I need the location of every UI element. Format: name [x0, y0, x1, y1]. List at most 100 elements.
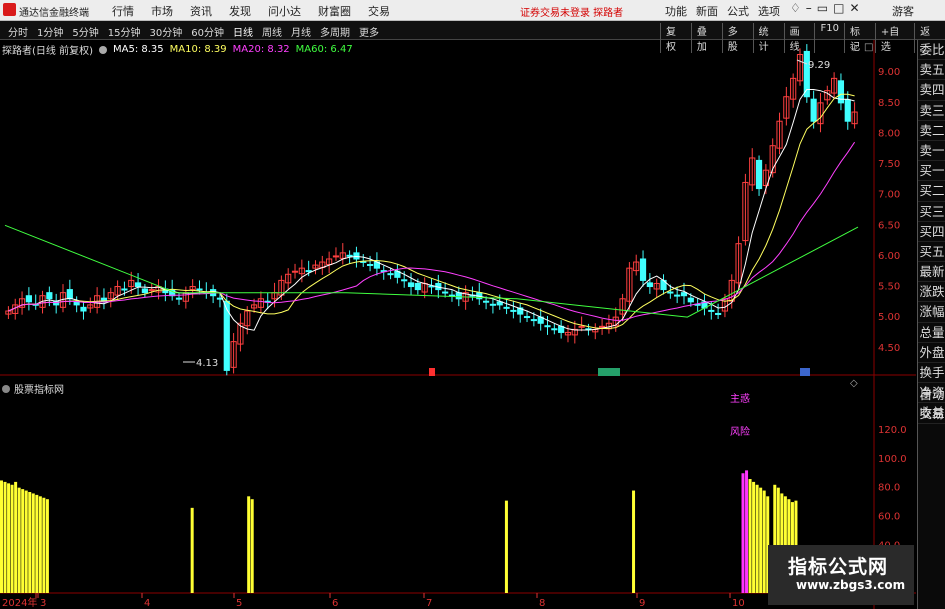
indicator-bar [42, 497, 46, 593]
login-warning: 证券交易未登录 探路者 [520, 8, 624, 19]
ytick-main: 8.50 [878, 98, 900, 109]
side-item-8[interactable]: 买三 [918, 202, 945, 222]
tab-60min[interactable]: 60分钟 [191, 24, 224, 39]
menu-new-page[interactable]: 新面 [696, 3, 718, 19]
tab-30min[interactable]: 30分钟 [149, 24, 182, 39]
window-controls: ♢ – ▭ □ ✕ [790, 1, 860, 15]
tab-monthly[interactable]: 月线 [291, 24, 311, 39]
event-marker-green[interactable] [598, 368, 620, 376]
menu-function[interactable]: 功能 [665, 3, 687, 19]
indicator-bar [35, 494, 39, 593]
side-item-7[interactable]: 买二 [918, 181, 945, 202]
menu-discover[interactable]: 发现 [229, 3, 251, 19]
candle-body [715, 312, 722, 315]
candle-body [523, 316, 531, 319]
candles-group [5, 44, 858, 376]
side-item-16[interactable]: 换手 [918, 363, 945, 384]
side-item-14[interactable]: 总量 [918, 323, 945, 343]
tab-15min[interactable]: 15分钟 [108, 24, 141, 39]
tab-intraday[interactable]: 分时 [8, 24, 28, 39]
menu-news[interactable]: 资讯 [190, 3, 212, 19]
side-item-3[interactable]: 卖三 [918, 101, 945, 121]
menu-trade[interactable]: 交易 [368, 3, 390, 19]
side-item-9[interactable]: 买四 [918, 222, 945, 242]
ytick-sub: 80.0 [878, 483, 900, 494]
watermark-title: 指标公式网 [788, 556, 889, 578]
tab-multi[interactable]: 多周期 [320, 24, 350, 39]
side-item-1[interactable]: 卖五 [918, 60, 945, 81]
candle-body [844, 99, 851, 122]
menu-wealth[interactable]: 财富圈 [318, 3, 351, 19]
menu-xiaoda[interactable]: 问小达 [268, 3, 301, 19]
candle-body [755, 159, 763, 190]
candle-body [46, 292, 53, 300]
menu-options[interactable]: 选项 [758, 3, 780, 19]
indicator-bar [3, 481, 7, 593]
high-label: 9.29 [808, 60, 830, 71]
close-chart-icon[interactable]: □ [864, 42, 873, 53]
indicator-bar [762, 490, 766, 593]
candle-body [667, 291, 674, 294]
side-item-2[interactable]: 卖四 [918, 80, 945, 101]
ytick-sub: 60.0 [878, 512, 900, 523]
indicator-bar [24, 490, 28, 593]
period-tabs: 分时 1分钟 5分钟 15分钟 30分钟 60分钟 日线 周线 月线 多周期 更… [8, 24, 379, 39]
tab-daily[interactable]: 日线 [233, 24, 253, 39]
xtick-label: 2024年 [2, 596, 37, 609]
side-item-4[interactable]: 卖二 [918, 121, 945, 141]
side-item-10[interactable]: 买五 [918, 242, 945, 263]
indicator-bar [28, 491, 32, 593]
auto-trade-button[interactable]: 自动 交易 [918, 385, 945, 423]
ytick-main: 8.00 [878, 128, 900, 139]
tab-5min[interactable]: 5分钟 [72, 24, 98, 39]
restore-icon[interactable]: ▭ [817, 1, 828, 15]
high-annotation: 9.29 [796, 59, 830, 71]
kline-chart[interactable]: 9.00 8.50 8.00 7.50 7.00 6.50 6.00 5.50 5.00 4.50… [0, 40, 916, 609]
menu-market[interactable]: 市场 [151, 3, 173, 19]
event-marker-blue[interactable] [800, 368, 810, 376]
indicator-bar [17, 487, 21, 593]
candle-body [175, 297, 183, 300]
tab-weekly[interactable]: 周线 [262, 24, 282, 39]
candle-body [687, 297, 694, 303]
side-item-15[interactable]: 外盘 [918, 343, 945, 363]
period-toolbar: 分时 1分钟 5分钟 15分钟 30分钟 60分钟 日线 周线 月线 多周期 更… [0, 21, 945, 53]
tab-more[interactable]: 更多 [359, 24, 379, 39]
ytick-main: 9.00 [878, 67, 900, 78]
candle-body [80, 306, 87, 312]
diamond-icon[interactable]: ◇ [850, 42, 858, 53]
indicator-bar [741, 473, 745, 593]
candle-body [646, 282, 653, 288]
indicator-bar [748, 479, 752, 593]
skin-icon[interactable]: ♢ [790, 1, 801, 15]
side-item-0[interactable]: 委比 [918, 40, 945, 61]
candle-body [482, 300, 490, 303]
indicator-bar [190, 507, 194, 593]
main-menu: 行情 市场 资讯 发现 问小达 财富圈 交易 [112, 3, 390, 19]
indicator-bar [632, 490, 636, 593]
indicator-bar [755, 484, 759, 593]
minimize-icon[interactable]: – [806, 1, 812, 15]
side-item-6[interactable]: 买一 [918, 161, 945, 182]
indicator-bar [504, 500, 508, 593]
xtick-label: 4 [144, 598, 150, 609]
close-icon[interactable]: ✕ [849, 1, 859, 15]
diamond-icon-sub[interactable]: ◇ [850, 378, 858, 389]
menu-formula[interactable]: 公式 [727, 3, 749, 19]
low-label: 4.13 [196, 358, 218, 369]
candle-body [121, 288, 128, 291]
guest-label[interactable]: 游客 [892, 3, 914, 19]
event-marker-red[interactable] [429, 368, 435, 376]
side-item-12[interactable]: 涨跌 [918, 282, 945, 303]
side-item-13[interactable]: 涨幅 [918, 302, 945, 323]
indicator-bar [38, 496, 42, 593]
menu-quotes[interactable]: 行情 [112, 3, 134, 19]
candle-body [510, 309, 517, 312]
tab-1min[interactable]: 1分钟 [37, 24, 63, 39]
maximize-icon[interactable]: □ [833, 1, 844, 15]
side-item-11[interactable]: 最新 [918, 262, 945, 283]
side-item-5[interactable]: 卖一 [918, 141, 945, 162]
right-menu: 功能 新面 公式 选项 [665, 3, 780, 19]
indicator-bar [31, 493, 35, 593]
x-axis-group: 2024年 3 4 5 6 7 8 9 10 [2, 593, 745, 609]
